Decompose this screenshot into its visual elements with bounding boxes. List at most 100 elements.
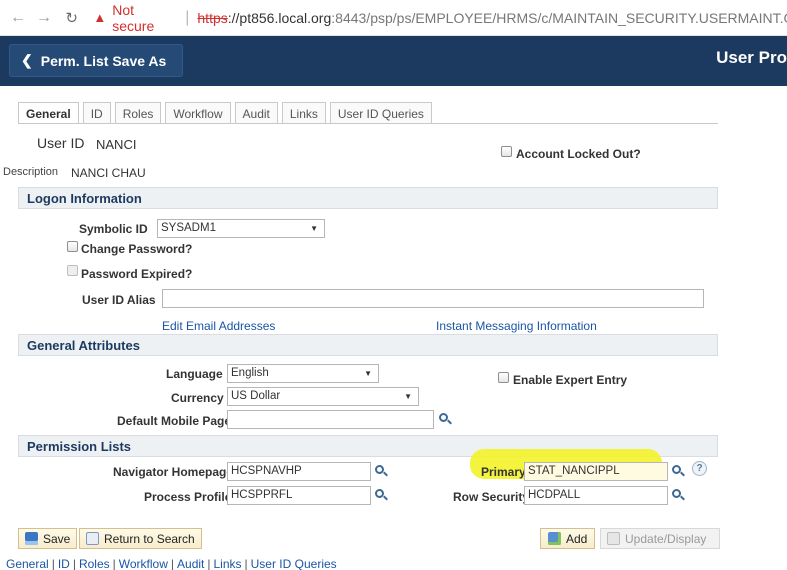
edit-email-addresses-link[interactable]: Edit Email Addresses [162,319,275,333]
row-security-input[interactable]: HCDPALL [524,486,668,505]
url-path: :8443/psp/ps/EMPLOYEE/HRMS/c/MAINTAIN_SE… [331,9,787,26]
page-header: ❮ Perm. List Save As User Pro [0,36,787,86]
not-secure-label[interactable]: Not secure [112,2,177,34]
account-locked-checkbox[interactable] [501,146,512,157]
return-to-search-button[interactable]: Return to Search [79,528,202,549]
logon-information-header: Logon Information [18,187,718,209]
save-disk-icon [25,532,38,545]
tab-id[interactable]: ID [82,102,111,124]
tab-roles[interactable]: Roles [114,102,162,124]
change-password-checkbox[interactable] [67,241,78,252]
user-id-alias-label: User ID Alias [82,293,156,307]
dropdown-arrow-icon: ▼ [404,392,412,401]
language-value: English [231,367,269,379]
perm-list-save-as-button[interactable]: ❮ Perm. List Save As [9,44,183,77]
general-attributes-header: General Attributes [18,334,718,356]
footer-link-general[interactable]: General [6,557,49,570]
return-search-icon [86,532,99,545]
account-locked-label: Account Locked Out? [516,147,641,161]
url-scheme: https [197,9,228,26]
lookup-search-icon[interactable] [671,488,685,502]
url-field[interactable]: https://pt856.local.org:8443/psp/ps/EMPL… [197,10,787,26]
save-button[interactable]: Save [18,528,78,549]
add-button-label: Add [566,531,588,546]
help-question-icon[interactable]: ? [692,461,707,476]
primary-permission-list-input[interactable]: STAT_NANCIPPL [524,462,668,481]
user-id-alias-input[interactable] [162,289,704,308]
currency-label: Currency [171,391,224,405]
enable-expert-entry-label: Enable Expert Entry [513,373,628,387]
footer-link-links[interactable]: Links [214,557,242,570]
description-value: NANCI CHAU [71,166,146,180]
footer-separator: | [112,557,116,570]
url-host: ://pt856.local.org [227,9,332,26]
dropdown-arrow-icon: ▼ [310,224,318,233]
language-label: Language [166,367,223,381]
currency-select[interactable]: US Dollar ▼ [227,387,419,406]
chevron-left-icon: ❮ [21,52,33,68]
footer-separator: | [170,557,175,570]
process-profile-label: Process Profile [144,490,232,504]
return-to-search-label: Return to Search [104,531,195,546]
footer-separator: | [207,557,211,570]
add-icon [548,532,561,545]
navigator-homepage-input[interactable]: HCSPNAVHP [227,462,371,481]
update-display-icon [607,532,620,545]
logon-section-title: Logon Information [27,190,142,206]
forward-arrow-icon[interactable]: → [36,9,52,27]
footer-link-audit[interactable]: Audit [177,557,204,570]
footer-link-roles[interactable]: Roles [79,557,110,570]
lookup-search-icon[interactable] [671,464,685,478]
update-display-button: Update/Display [600,528,720,549]
tab-user-id-queries[interactable]: User ID Queries [329,102,432,124]
warning-triangle-icon[interactable]: ▲ [93,10,106,25]
description-label: Description [3,166,59,178]
user-id-value: NANCI [96,137,137,152]
tab-workflow[interactable]: Workflow [165,102,231,124]
footer-separator: | [51,557,55,570]
browser-address-bar: ← → ↻ ▲ Not secure | https://pt856.local… [0,0,787,36]
password-expired-checkbox [67,265,78,276]
footer-link-workflow[interactable]: Workflow [119,557,168,570]
row-security-label: Row Security [453,490,530,504]
currency-value: US Dollar [231,390,281,402]
update-display-label: Update/Display [625,531,707,546]
tab-general[interactable]: General [18,102,79,124]
lookup-search-icon[interactable] [438,412,452,426]
navigator-homepage-label: Navigator Homepage [113,465,234,479]
symbolic-id-label: Symbolic ID [79,222,148,236]
default-mobile-page-input[interactable] [227,410,434,429]
tab-audit[interactable]: Audit [234,102,278,124]
url-separator: | [185,8,190,26]
footer-separator: | [244,557,248,570]
footer-separator: | [72,557,76,570]
add-button[interactable]: Add [540,528,596,549]
user-id-label: User ID [37,135,85,151]
save-button-label: Save [43,531,71,546]
tab-links[interactable]: Links [281,102,326,124]
dropdown-arrow-icon: ▼ [364,369,372,378]
process-profile-input[interactable]: HCSPPRFL [227,486,371,505]
symbolic-id-select[interactable]: SYSADM1 ▼ [157,219,325,238]
permission-lists-title: Permission Lists [27,438,132,454]
reload-icon[interactable]: ↻ [64,9,79,27]
lookup-search-icon[interactable] [374,488,388,502]
back-button-label: Perm. List Save As [40,52,167,69]
back-arrow-icon[interactable]: ← [10,9,26,27]
tab-bar: General ID Roles Workflow Audit Links Us… [18,102,436,124]
language-select[interactable]: English ▼ [227,364,379,383]
primary-label: Primary [481,465,526,479]
general-attributes-title: General Attributes [27,337,140,353]
footer-links: General | ID | Roles | Workflow | Audit | Links | Us… [6,557,337,570]
default-mobile-page-label: Default Mobile Page [117,414,232,428]
tab-divider [18,123,718,124]
enable-expert-entry-checkbox[interactable] [498,372,509,383]
page-title: User Pro [716,48,787,67]
password-expired-label: Password Expired? [81,267,193,281]
symbolic-id-value: SYSADM1 [161,222,216,234]
change-password-label: Change Password? [81,242,193,256]
lookup-search-icon[interactable] [374,464,388,478]
instant-messaging-link[interactable]: Instant Messaging Information [436,319,597,333]
footer-link-user-id-queries[interactable]: User ID Queries [251,557,337,570]
footer-link-id[interactable]: ID [58,557,70,570]
